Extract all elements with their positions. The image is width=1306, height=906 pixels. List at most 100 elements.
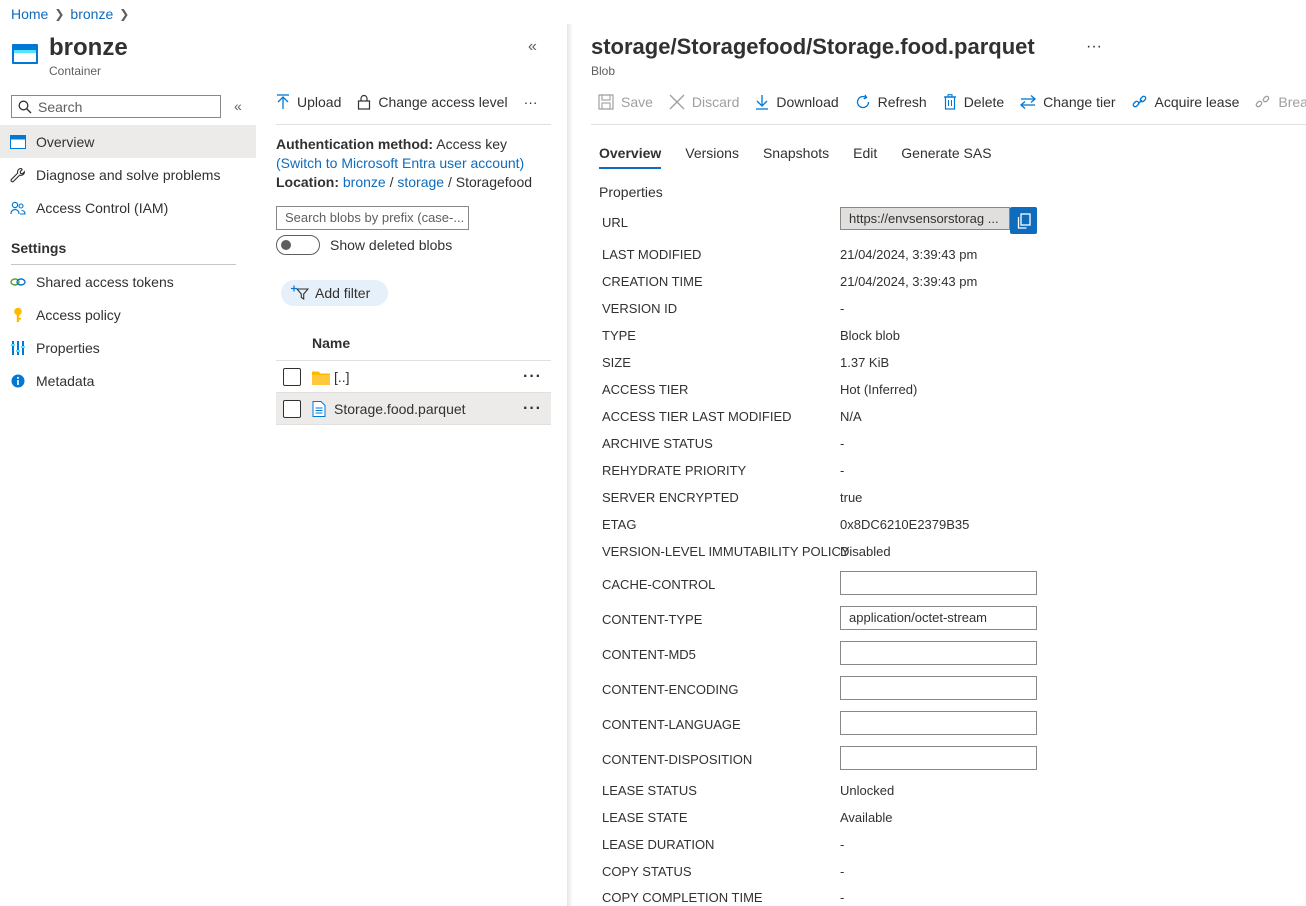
content-encoding-input[interactable]	[840, 676, 1037, 700]
row-checkbox[interactable]	[283, 400, 301, 418]
change-tier-button[interactable]: Change tier	[1020, 94, 1116, 110]
property-value: -	[840, 837, 845, 852]
row-more-icon[interactable]: ···	[523, 368, 542, 386]
more-icon[interactable]: ···	[1086, 38, 1102, 56]
change-access-level-button[interactable]: Change access level	[357, 94, 508, 110]
break-lease-button[interactable]: Break lea	[1255, 94, 1306, 110]
tab-versions[interactable]: Versions	[685, 145, 739, 169]
location-link-bronze[interactable]: bronze	[343, 174, 386, 190]
list-item[interactable]: [..] ···	[276, 361, 551, 393]
download-button[interactable]: Download	[755, 94, 839, 110]
close-icon	[669, 94, 685, 110]
blob-title: storage/Storagefood/Storage.food.parquet	[591, 34, 1035, 59]
switch-auth-link[interactable]: (Switch to Microsoft Entra user account)	[276, 155, 524, 171]
property-label: REHYDRATE PRIORITY	[602, 463, 747, 478]
property-label: CONTENT-ENCODING	[602, 682, 739, 697]
location-link-storage[interactable]: storage	[397, 174, 444, 190]
breadcrumb-home[interactable]: Home	[11, 6, 48, 22]
property-label: ACCESS TIER LAST MODIFIED	[602, 409, 792, 424]
sidebar-nav: Overview Diagnose and solve problems Acc…	[0, 125, 256, 224]
upload-icon	[277, 94, 289, 109]
refresh-button[interactable]: Refresh	[855, 94, 927, 110]
sidebar-settings-nav: Shared access tokens Access policy Prope…	[0, 265, 256, 397]
property-value: true	[840, 490, 863, 505]
property-label: SERVER ENCRYPTED	[602, 490, 739, 505]
blob-subtitle: Blob	[591, 64, 616, 78]
property-label: COPY COMPLETION TIME	[602, 890, 763, 905]
location-separator: /	[447, 174, 456, 190]
sidebar-item-properties[interactable]: Properties	[0, 331, 256, 364]
add-filter-label: Add filter	[315, 285, 371, 301]
download-icon	[756, 95, 769, 110]
property-label: LEASE STATUS	[602, 783, 697, 798]
search-icon	[18, 100, 32, 113]
tab-edit[interactable]: Edit	[853, 145, 877, 169]
blob-prefix-search-input[interactable]: Search blobs by prefix (case-...	[276, 206, 469, 230]
tab-overview[interactable]: Overview	[599, 145, 662, 169]
content-disposition-input[interactable]	[840, 746, 1037, 770]
delete-button[interactable]: Delete	[943, 94, 1004, 110]
property-label: LEASE DURATION	[602, 837, 715, 852]
row-checkbox[interactable]	[283, 368, 301, 386]
discard-button[interactable]: Discard	[669, 94, 739, 110]
cache-control-input[interactable]	[840, 571, 1037, 595]
list-divider	[276, 424, 551, 425]
collapse-panel-icon[interactable]: «	[528, 38, 537, 56]
trash-icon	[943, 94, 956, 110]
upload-button[interactable]: Upload	[276, 94, 341, 110]
swap-icon	[1020, 95, 1037, 109]
more-options-button[interactable]: ···	[524, 94, 538, 110]
show-deleted-toggle[interactable]	[276, 235, 320, 255]
acquire-lease-button[interactable]: Acquire lease	[1132, 94, 1239, 110]
sidebar-item-label: Properties	[36, 339, 100, 356]
add-filter-button[interactable]: Add filter	[281, 280, 389, 306]
tab-snapshots[interactable]: Snapshots	[763, 145, 829, 169]
url-field[interactable]: https://envsensorstorag ...	[840, 207, 1010, 230]
sidebar-item-access-policy[interactable]: Access policy	[0, 298, 256, 331]
content-type-input[interactable]: application/octet-stream	[840, 606, 1037, 630]
panel-shadow	[567, 24, 573, 906]
auth-method-value: Access key	[436, 136, 508, 152]
list-item[interactable]: Storage.food.parquet ···	[276, 393, 551, 425]
sidebar-item-access-control[interactable]: Access Control (IAM)	[0, 191, 256, 224]
sidebar-search-input[interactable]: Search	[11, 95, 221, 118]
tab-generate-sas[interactable]: Generate SAS	[901, 145, 991, 169]
refresh-icon	[856, 94, 869, 109]
sidebar-item-label: Access Control (IAM)	[36, 199, 169, 216]
file-icon	[312, 401, 330, 417]
blob-toolbar: Save Discard Download Refresh Delete Cha…	[598, 94, 1306, 110]
sidebar-item-metadata[interactable]: Metadata	[0, 364, 256, 397]
toggle-knob	[281, 240, 291, 250]
delete-label: Delete	[963, 94, 1005, 110]
sidebar-item-shared-access-tokens[interactable]: Shared access tokens	[0, 265, 256, 298]
property-value: -	[840, 463, 845, 478]
key-icon	[10, 307, 26, 323]
copy-url-button[interactable]	[1010, 207, 1037, 234]
properties-heading: Properties	[599, 184, 663, 200]
chevron-right-icon: ❯	[54, 7, 65, 21]
sidebar-item-diagnose[interactable]: Diagnose and solve problems	[0, 158, 256, 191]
property-value: 21/04/2024, 3:39:43 pm	[840, 274, 978, 289]
sidebar-item-label: Diagnose and solve problems	[36, 166, 221, 183]
column-header-name[interactable]: Name	[312, 335, 350, 351]
breadcrumb-bronze[interactable]: bronze	[70, 6, 113, 22]
content-language-input[interactable]	[840, 711, 1037, 735]
save-button[interactable]: Save	[598, 94, 653, 110]
breadcrumb: Home ❯ bronze ❯	[11, 6, 129, 22]
row-more-icon[interactable]: ···	[523, 400, 542, 418]
lease-link-icon	[1132, 95, 1146, 108]
property-value: Hot (Inferred)	[840, 382, 918, 397]
property-label: ARCHIVE STATUS	[602, 436, 713, 451]
folder-icon	[312, 369, 330, 385]
content-md5-input[interactable]	[840, 641, 1037, 665]
link-icon	[10, 274, 26, 290]
property-value: 0x8DC6210E2379B35	[840, 517, 970, 532]
sidebar-item-label: Access policy	[36, 306, 121, 323]
property-label: CONTENT-MD5	[602, 647, 696, 662]
property-label: SIZE	[602, 355, 631, 370]
property-value: -	[840, 890, 845, 905]
break-lease-label: Break lea	[1278, 94, 1306, 110]
collapse-sidebar-icon[interactable]: «	[234, 98, 242, 114]
sidebar-item-overview[interactable]: Overview	[0, 125, 256, 158]
property-label: COPY STATUS	[602, 864, 692, 879]
